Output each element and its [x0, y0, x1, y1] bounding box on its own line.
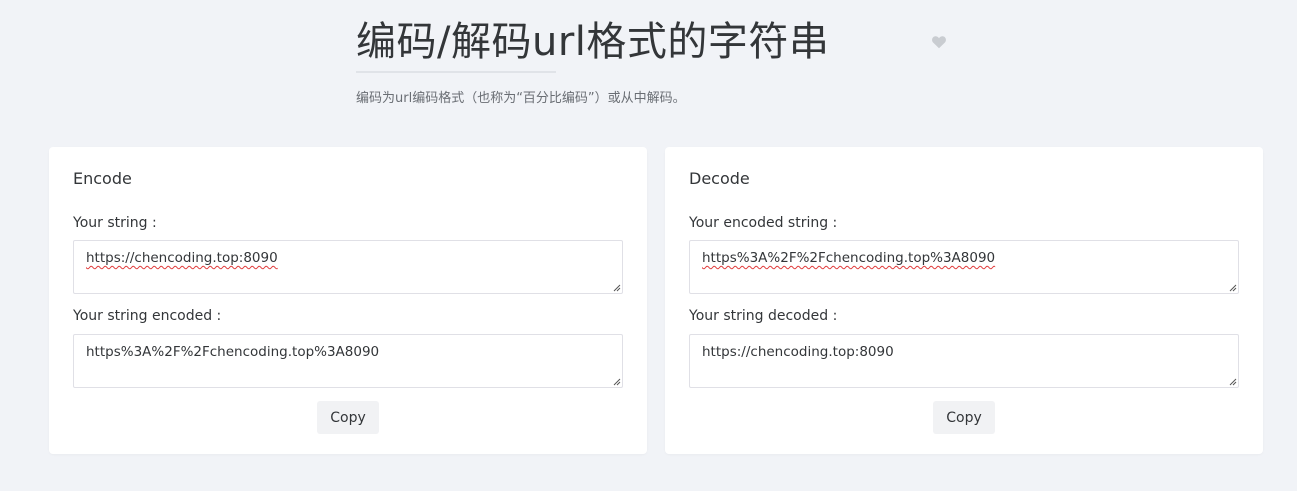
decode-input-value: https%3A%2F%2Fchencoding.top%3A8090: [702, 250, 996, 266]
resize-grip-icon[interactable]: [613, 284, 621, 292]
encode-output-text[interactable]: https%3A%2F%2Fchencoding.top%3A8090: [73, 334, 623, 388]
decode-output-value: https://chencoding.top:8090: [702, 344, 894, 360]
encode-output-field[interactable]: https%3A%2F%2Fchencoding.top%3A8090: [73, 334, 623, 388]
encode-card: Encode Your string : https://chencoding.…: [49, 147, 647, 454]
page-title: 编码/解码url格式的字符串: [356, 19, 830, 65]
decode-input-field[interactable]: https%3A%2F%2Fchencoding.top%3A8090: [689, 240, 1239, 294]
encode-card-title: Encode: [73, 169, 132, 188]
encode-output-label: Your string encoded :: [73, 308, 222, 324]
resize-grip-icon[interactable]: [613, 378, 621, 386]
heart-icon[interactable]: [931, 34, 947, 50]
decode-input-label: Your encoded string :: [689, 215, 838, 231]
page-header: 编码/解码url格式的字符串 编码为url编码格式（也称为“百分比编码”）或从中…: [356, 14, 956, 106]
decode-output-field[interactable]: https://chencoding.top:8090: [689, 334, 1239, 388]
encode-input-field[interactable]: https://chencoding.top:8090: [73, 240, 623, 294]
decode-card: Decode Your encoded string : https%3A%2F…: [665, 147, 1263, 454]
encode-output-value: https%3A%2F%2Fchencoding.top%3A8090: [86, 344, 380, 360]
encode-input-label: Your string :: [73, 215, 157, 231]
encode-input-value: https://chencoding.top:8090: [86, 250, 278, 266]
title-underline: [356, 71, 556, 73]
decode-output-label: Your string decoded :: [689, 308, 838, 324]
encode-input-text[interactable]: https://chencoding.top:8090: [73, 240, 623, 294]
decode-output-text[interactable]: https://chencoding.top:8090: [689, 334, 1239, 388]
page-subtitle: 编码为url编码格式（也称为“百分比编码”）或从中解码。: [356, 91, 686, 106]
decode-input-text[interactable]: https%3A%2F%2Fchencoding.top%3A8090: [689, 240, 1239, 294]
decode-copy-button[interactable]: Copy: [933, 401, 995, 434]
resize-grip-icon[interactable]: [1229, 284, 1237, 292]
encode-copy-button[interactable]: Copy: [317, 401, 379, 434]
decode-card-title: Decode: [689, 169, 750, 188]
resize-grip-icon[interactable]: [1229, 378, 1237, 386]
